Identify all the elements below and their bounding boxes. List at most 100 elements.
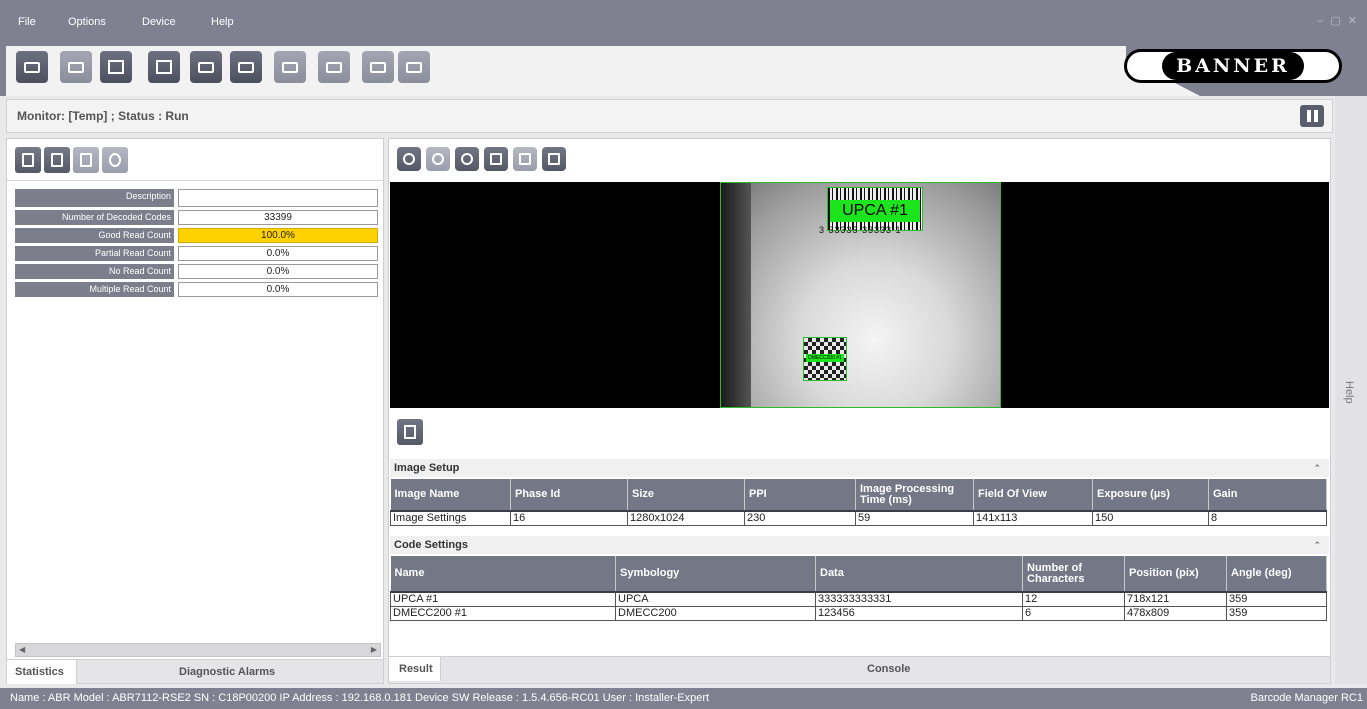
search-device-button[interactable] [60, 51, 92, 83]
save-icon [238, 61, 254, 73]
column-header: Number of Characters [1022, 556, 1125, 593]
defaults-icon [370, 61, 386, 73]
calendar-button[interactable] [44, 147, 70, 173]
result-toolbar [397, 419, 423, 445]
monitor-button[interactable] [100, 51, 132, 83]
statistics-toolbar [15, 147, 128, 173]
monitor-bar: Monitor: [Temp] ; Status : Run [6, 99, 1333, 133]
stat-row-multiple-read: Multiple Read Count 0.0% [15, 282, 378, 297]
horizontal-scrollbar[interactable]: ◀ ▶ [15, 643, 381, 657]
description-header: Description [15, 189, 174, 207]
divider [7, 180, 383, 181]
result-panel: UPCA #1 3 33333 33333 1 DMECC200 #1 Imag… [388, 138, 1331, 684]
menu-options[interactable]: Options [68, 16, 106, 28]
table-cell: 150 [1092, 510, 1209, 526]
code-settings-header[interactable]: Code Settings ⌃ [390, 536, 1329, 554]
right-tab-bar: Result Console [389, 656, 1330, 683]
connect-device-button[interactable] [16, 51, 48, 83]
table-cell: 141x113 [973, 510, 1093, 526]
send-config-button[interactable] [190, 51, 222, 83]
configuration-button[interactable] [148, 51, 180, 83]
tab-diagnostic-alarms[interactable]: Diagnostic Alarms [179, 660, 275, 684]
stat-label: No Read Count [15, 264, 174, 279]
image-viewer[interactable]: UPCA #1 3 33333 33333 1 DMECC200 #1 [390, 182, 1329, 408]
stat-label: Multiple Read Count [15, 282, 174, 297]
zoom-in-button[interactable] [397, 147, 421, 171]
stat-row-no-read: No Read Count 0.0% [15, 264, 378, 279]
monitor-status-text: Monitor: [Temp] ; Status : Run [17, 109, 189, 123]
fit-image-button[interactable] [484, 147, 508, 171]
image-setup-header[interactable]: Image Setup ⌃ [390, 459, 1329, 477]
scroll-right-icon[interactable]: ▶ [371, 645, 377, 654]
window-icon [156, 60, 172, 74]
stat-row-decoded: Number of Decoded Codes 33399 [15, 210, 378, 225]
tab-console[interactable]: Console [867, 657, 910, 681]
pause-icon [1306, 110, 1311, 122]
report-button[interactable] [15, 147, 41, 173]
column-header: Image Processing Time (ms) [855, 479, 974, 512]
fit-icon [490, 153, 502, 165]
calendar-icon [51, 153, 63, 167]
code-settings-title: Code Settings [394, 539, 468, 551]
help-sidebar[interactable]: Help [1335, 96, 1367, 684]
table-cell: UPCA [615, 591, 816, 607]
statistics-panel: Description Absolute Number of Decoded C… [6, 138, 384, 684]
column-header: Symbology [615, 556, 816, 593]
table-row: Image Settings 16 1280x1024 230 59 141x1… [390, 510, 1327, 526]
export-button[interactable] [398, 51, 430, 83]
image-toolbar [397, 147, 566, 171]
status-bar: Name : ABR Model : ABR7112-RSE2 SN : C18… [0, 688, 1367, 709]
help-label: Help [1343, 381, 1355, 404]
menu-help[interactable]: Help [211, 16, 234, 28]
send-icon [198, 61, 214, 73]
stat-value: 0.0% [178, 246, 378, 261]
grid-button[interactable] [513, 147, 537, 171]
pause-button[interactable] [1300, 105, 1324, 127]
zoom-100-button[interactable] [426, 147, 450, 171]
collapse-icon[interactable]: ⌃ [1313, 536, 1321, 554]
table-cell: 1280x1024 [627, 510, 745, 526]
table-row[interactable]: DMECC200 #1 DMECC200 123456 6 478x809 35… [390, 606, 1327, 621]
save-to-device-button[interactable] [230, 51, 262, 83]
stat-row-good-read: Good Read Count 100.0% [15, 228, 378, 243]
table-header-row: Image Name Phase Id Size PPI Image Proce… [390, 479, 1327, 512]
table-row[interactable]: UPCA #1 UPCA 333333333331 12 718x121 359 [390, 591, 1327, 607]
reset-button[interactable] [102, 147, 128, 173]
table-cell: 359 [1226, 591, 1327, 607]
captured-image: UPCA #1 3 33333 33333 1 DMECC200 #1 [720, 182, 1001, 408]
defaults-button[interactable] [362, 51, 394, 83]
copy-results-button[interactable] [397, 419, 423, 445]
stat-value-highlighted: 100.0% [178, 228, 378, 243]
statistics-table: Description Absolute Number of Decoded C… [15, 189, 378, 300]
layers-button[interactable] [542, 147, 566, 171]
device-info-text: Name : ABR Model : ABR7112-RSE2 SN : C18… [10, 692, 710, 704]
save-to-file-button[interactable] [274, 51, 306, 83]
tab-result[interactable]: Result [389, 657, 441, 681]
load-button[interactable] [318, 51, 350, 83]
image-setup-title: Image Setup [394, 462, 460, 474]
scroll-left-icon[interactable]: ◀ [19, 645, 25, 654]
menu-file[interactable]: File [18, 16, 36, 28]
zoom-out-button[interactable] [455, 147, 479, 171]
column-header: Phase Id [510, 479, 628, 512]
play-button[interactable] [73, 147, 99, 173]
pause-icon-bar [1313, 110, 1318, 122]
menu-bar: File Options Device Help – ▢ ✕ [0, 0, 1367, 42]
code-settings-table: Name Symbology Data Number of Characters… [390, 556, 1327, 621]
stat-value: 0.0% [178, 264, 378, 279]
collapse-icon[interactable]: ⌃ [1313, 459, 1321, 477]
load-icon [326, 61, 342, 73]
table-cell: UPCA #1 [390, 591, 616, 607]
window-controls[interactable]: – ▢ ✕ [1317, 14, 1359, 27]
column-header: PPI [744, 479, 856, 512]
column-header: Angle (deg) [1226, 556, 1327, 593]
menu-device[interactable]: Device [142, 16, 176, 28]
stat-value: 33399 [178, 210, 378, 225]
banner-logo: BANNER [1124, 49, 1342, 83]
column-header: Gain [1208, 479, 1327, 512]
tab-statistics[interactable]: Statistics [7, 660, 77, 684]
stat-label: Good Read Count [15, 228, 174, 243]
column-header: Position (pix) [1124, 556, 1227, 593]
layers-icon [548, 153, 560, 165]
stat-label: Partial Read Count [15, 246, 174, 261]
